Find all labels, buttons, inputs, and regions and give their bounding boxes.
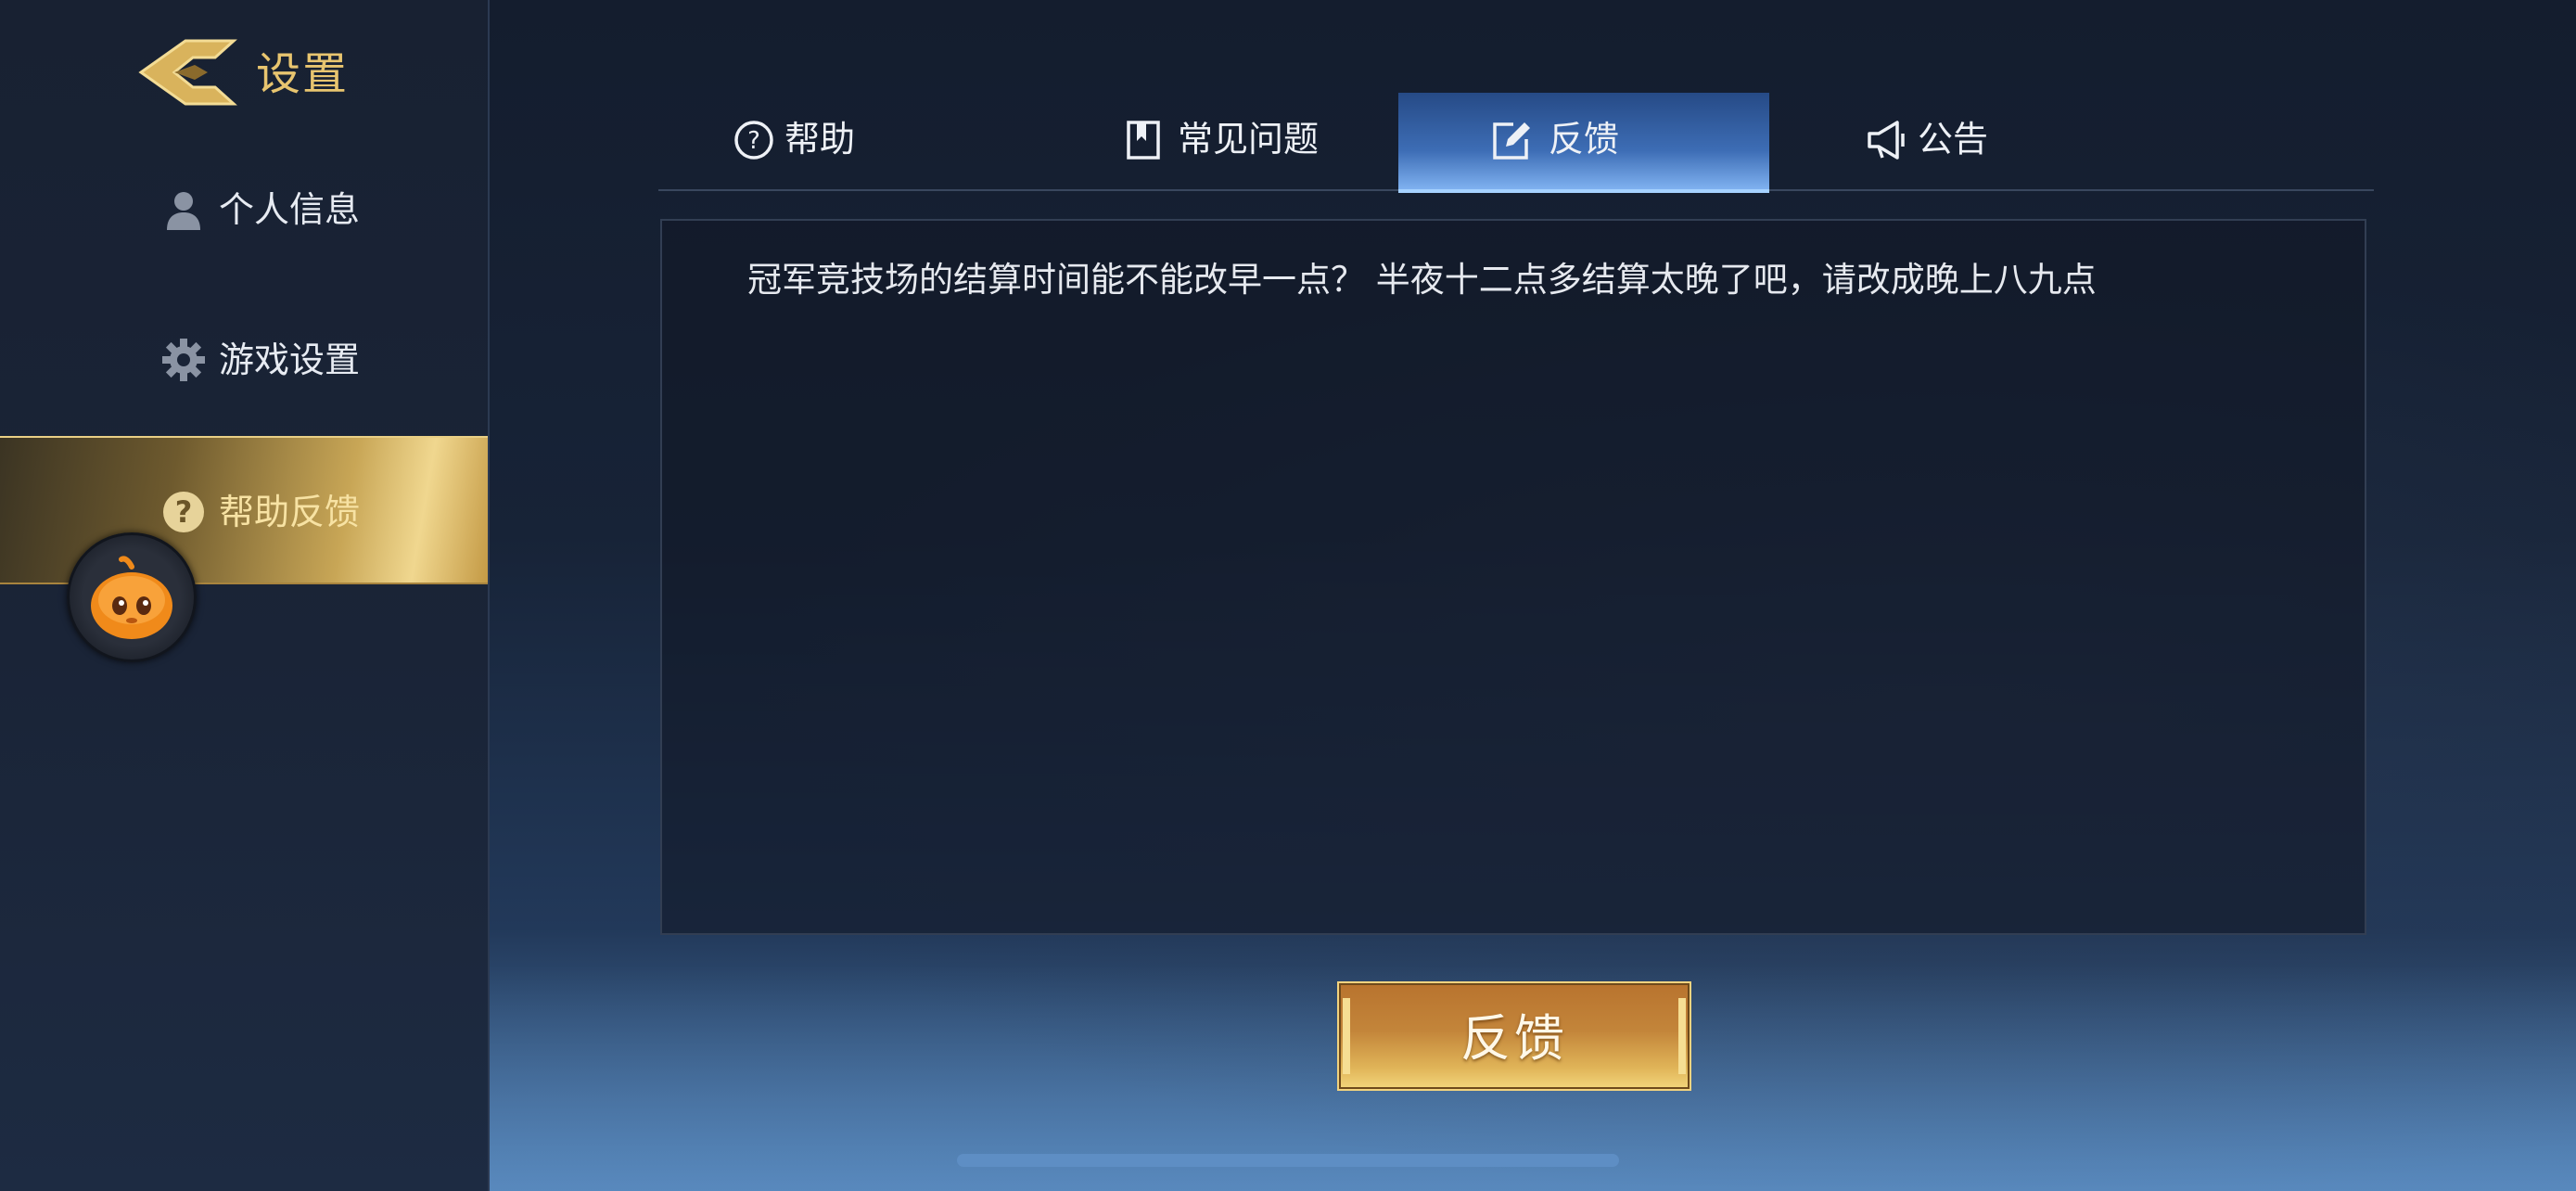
sidebar-item-label: 游戏设置 bbox=[219, 339, 361, 380]
feedback-text[interactable]: 冠军竞技场的结算时间能不能改早一点？ 半夜十二点多结算太晚了吧，请改成晚上八九点 bbox=[747, 254, 2097, 306]
tab-label: 常见问题 bbox=[1178, 119, 1320, 160]
tab-label: 帮助 bbox=[784, 119, 856, 160]
gear-icon bbox=[161, 338, 206, 382]
svg-text:?: ? bbox=[747, 127, 760, 155]
back-arrow-icon bbox=[138, 39, 237, 106]
sidebar-item-label: 个人信息 bbox=[219, 189, 361, 230]
tab-label: 公告 bbox=[1918, 119, 1989, 160]
button-edge-right bbox=[1678, 998, 1686, 1074]
sidebar: 设置 个人信息 游戏设置 ? 帮助反馈 bbox=[0, 0, 490, 1191]
question-icon: ? bbox=[161, 490, 206, 534]
sidebar-item-game-settings[interactable]: 游戏设置 bbox=[0, 286, 488, 430]
submit-feedback-button[interactable]: 反馈 bbox=[1337, 981, 1691, 1091]
question-circle-icon: ? bbox=[733, 119, 775, 161]
megaphone-icon bbox=[1866, 119, 1908, 161]
tab-bar: ? 帮助 常见问题 反馈 公告 bbox=[658, 93, 2374, 193]
sidebar-item-personal-info[interactable]: 个人信息 bbox=[0, 135, 488, 280]
avatar[interactable] bbox=[67, 532, 197, 662]
tab-help[interactable]: ? 帮助 bbox=[733, 93, 937, 189]
submit-button-label: 反馈 bbox=[1460, 1009, 1568, 1068]
feedback-textarea[interactable]: 冠军竞技场的结算时间能不能改早一点？ 半夜十二点多结算太晚了吧，请改成晚上八九点 bbox=[660, 219, 2366, 935]
svg-text:?: ? bbox=[175, 494, 193, 530]
tab-feedback[interactable]: 反馈 bbox=[1398, 93, 1769, 193]
tab-faq[interactable]: 常见问题 bbox=[1122, 93, 1363, 189]
bookmark-icon bbox=[1122, 119, 1165, 161]
tab-announcement[interactable]: 公告 bbox=[1866, 93, 2051, 189]
page-title: 设置 bbox=[256, 48, 350, 100]
back-button[interactable] bbox=[137, 37, 237, 108]
edit-icon bbox=[1489, 119, 1532, 161]
person-icon bbox=[161, 187, 206, 232]
sidebar-item-label: 帮助反馈 bbox=[219, 492, 361, 532]
home-indicator[interactable] bbox=[957, 1154, 1619, 1167]
tab-label: 反馈 bbox=[1549, 119, 1620, 160]
